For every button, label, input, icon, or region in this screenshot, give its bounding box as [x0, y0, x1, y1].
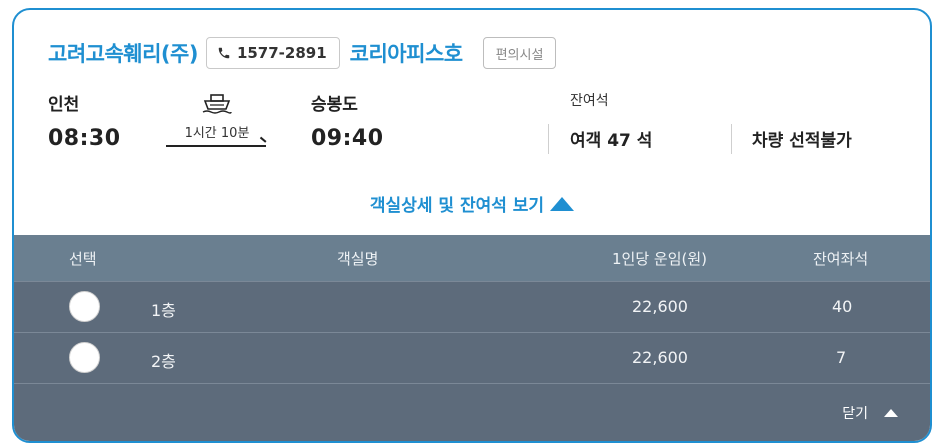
- column-header-select: 선택: [69, 250, 97, 268]
- duration-text: 1시간 10분: [184, 126, 250, 141]
- room-name: 1층: [151, 301, 176, 320]
- divider: [731, 124, 732, 154]
- close-button[interactable]: 닫기: [842, 403, 898, 423]
- departure-port: 인천: [48, 95, 80, 115]
- collapse-triangle-icon: [550, 197, 575, 211]
- duration-indicator: 1시간 10분: [166, 90, 268, 152]
- room-name: 2층: [151, 352, 176, 371]
- facility-button[interactable]: 편의시설: [482, 37, 557, 69]
- room-fare: 22,600: [632, 348, 688, 367]
- phone-number: 1577-2891: [236, 44, 327, 62]
- vehicle-seats: 차량 선적불가: [752, 131, 852, 151]
- column-header-remaining: 잔여좌석: [813, 250, 869, 268]
- room-detail-toggle[interactable]: 객실상세 및 잔여석 보기: [14, 191, 930, 216]
- card-header: 고려고속훼리(주) 1577-2891 코리아피스호 편의시설: [48, 37, 557, 69]
- column-header-fare: 1인당 운임(원): [612, 250, 708, 268]
- close-button-label: 닫기: [842, 406, 868, 422]
- ship-name: 코리아피스호: [349, 42, 463, 66]
- departure-time: 08:30: [48, 126, 121, 151]
- arrival-port: 승봉도: [311, 95, 358, 115]
- company-name: 고려고속훼리(주): [48, 42, 198, 66]
- arrival-time: 09:40: [311, 126, 384, 151]
- room-fare: 22,600: [632, 297, 688, 316]
- divider: [548, 124, 549, 154]
- table-row: 1층 22,600 40: [14, 281, 930, 332]
- room-table: 선택 객실명 1인당 운임(원) 잔여좌석 1층 22,600 40 2층 22…: [14, 235, 930, 441]
- room-remaining: 40: [832, 297, 853, 316]
- phone-icon: [218, 47, 230, 59]
- table-header: 선택 객실명 1인당 운임(원) 잔여좌석: [14, 235, 930, 281]
- route-arrow-line: [166, 145, 266, 147]
- table-row: 2층 22,600 7: [14, 332, 930, 383]
- room-detail-toggle-label: 객실상세 및 잔여석 보기: [369, 196, 545, 216]
- ferry-schedule-card: 고려고속훼리(주) 1577-2891 코리아피스호 편의시설 인천 08:30…: [12, 8, 932, 443]
- column-header-room: 객실명: [337, 250, 379, 268]
- remaining-seats-label: 잔여석: [570, 93, 609, 109]
- divider: [14, 383, 930, 384]
- phone-button[interactable]: 1577-2891: [205, 37, 340, 69]
- ferry-icon: [202, 94, 232, 114]
- room-select-radio[interactable]: [69, 342, 100, 373]
- room-select-radio[interactable]: [69, 291, 100, 322]
- passenger-seats: 여객 47 석: [570, 131, 653, 151]
- collapse-triangle-icon: [884, 409, 898, 417]
- room-remaining: 7: [836, 348, 847, 367]
